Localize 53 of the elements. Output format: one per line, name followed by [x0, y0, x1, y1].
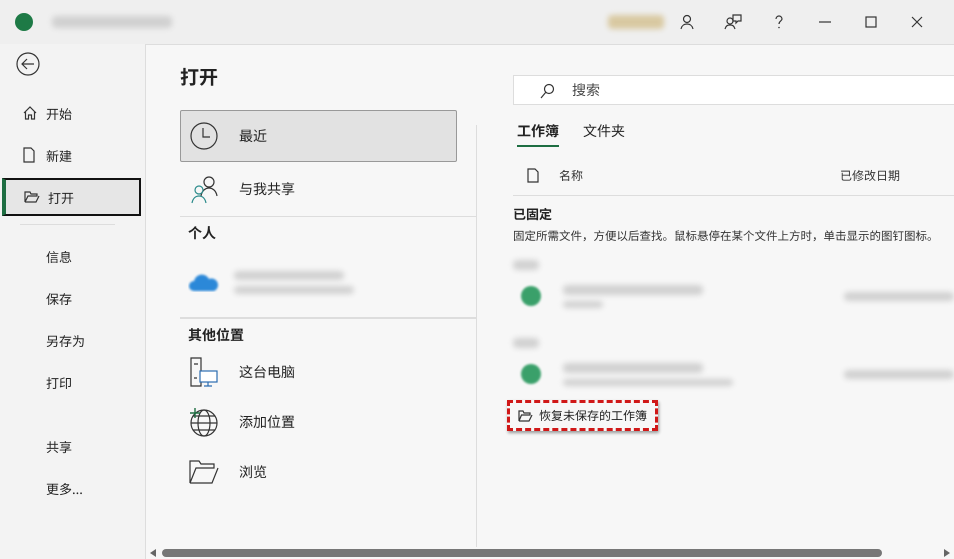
globe-icon [189, 407, 219, 437]
nav-item[interactable]: 另存为 [2, 321, 141, 359]
people-icon [189, 174, 219, 204]
tab[interactable]: 工作簿 [517, 117, 559, 147]
section-header: 其他位置 [180, 318, 476, 349]
location-item[interactable]: 与我共享 [180, 166, 457, 212]
nav-item[interactable]: 保存 [2, 279, 141, 317]
person-icon [679, 14, 695, 30]
nav-item[interactable]: 开始 [2, 94, 141, 132]
cloud-icon [188, 272, 220, 292]
document-icon [527, 168, 539, 182]
pinned-title: 已固定 [513, 204, 554, 223]
recover-unsaved-button[interactable]: 恢复未保存的工作簿 [507, 400, 658, 431]
clock-icon [189, 121, 219, 151]
location-item[interactable]: 添加位置 [180, 399, 457, 445]
close-icon [911, 16, 923, 28]
location-item[interactable]: 最近 [180, 110, 457, 162]
file-icon [519, 284, 543, 308]
folder-icon [518, 410, 533, 422]
nav-item[interactable]: 更多... [2, 469, 141, 507]
blurred-file-path [563, 300, 603, 308]
nav-item[interactable]: 共享 [2, 427, 141, 465]
scroll-left-icon[interactable] [150, 549, 156, 557]
nav-item[interactable]: 信息 [2, 237, 141, 275]
minimize-icon [819, 21, 831, 23]
search-field[interactable]: 搜索 [513, 75, 954, 105]
search-icon [539, 83, 555, 99]
computer-icon [189, 356, 219, 388]
tab[interactable]: 文件夹 [583, 117, 625, 147]
blurred-group-label [513, 338, 539, 348]
app-icon [14, 12, 34, 32]
scrollbar-thumb[interactable] [162, 549, 882, 557]
location-item[interactable]: 这台电脑 [180, 349, 457, 395]
blurred-account-badge [608, 15, 664, 29]
file-icon [519, 362, 543, 386]
help-icon [774, 15, 784, 29]
open-folder-icon [189, 459, 219, 485]
pinned-hint: 固定所需文件，方便以后查找。鼠标悬停在某个文件上方时，单击显示的图钉图标。 [513, 228, 940, 244]
maximize-icon [865, 16, 877, 28]
document-icon [22, 147, 36, 163]
home-icon [22, 105, 38, 121]
page-title: 打开 [180, 63, 220, 90]
nav-item[interactable]: 打印 [2, 363, 141, 401]
location-item[interactable]: 浏览 [180, 449, 457, 495]
nav-item[interactable]: 新建 [2, 136, 141, 174]
folder-icon [24, 190, 40, 204]
column-header: 名称 [559, 166, 584, 184]
nav-item[interactable]: 打开 [2, 178, 141, 216]
section-header: 个人 [180, 216, 476, 247]
blurred-group-label [513, 260, 539, 270]
scroll-right-icon[interactable] [944, 549, 950, 557]
column-header: 已修改日期 [840, 166, 902, 184]
feedback-icon [724, 14, 742, 30]
